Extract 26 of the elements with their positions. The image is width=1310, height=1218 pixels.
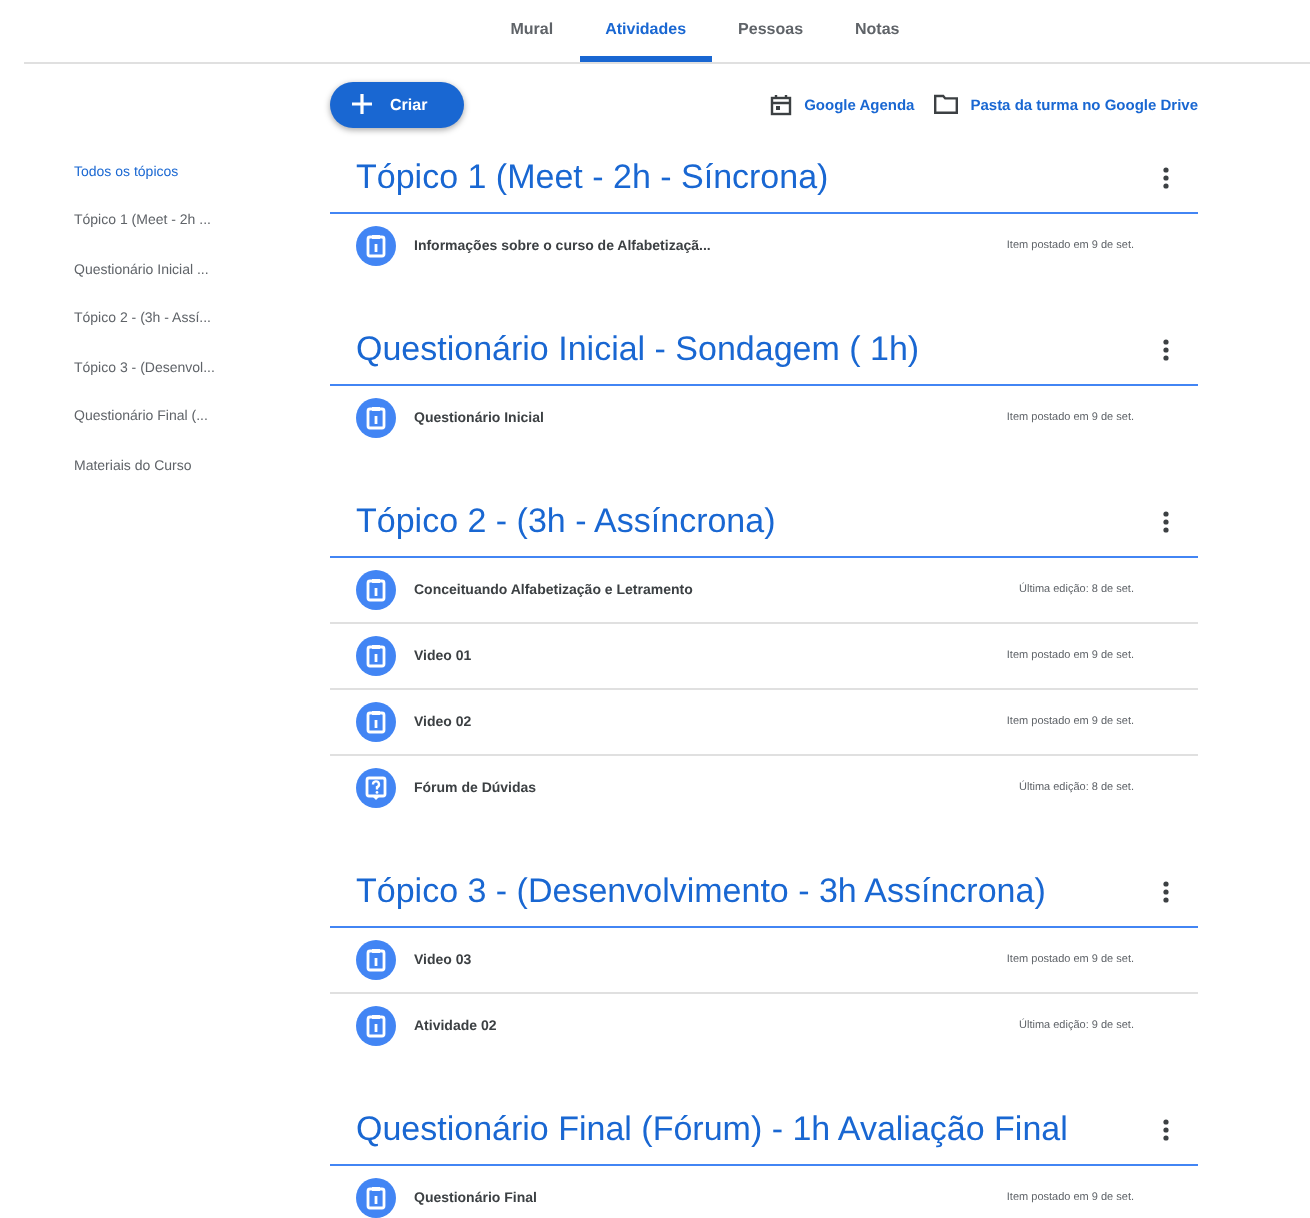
calendar-icon xyxy=(770,93,793,115)
plus-icon xyxy=(352,94,372,114)
clipboard-icon xyxy=(356,226,396,266)
more-options-icon[interactable] xyxy=(1162,880,1170,904)
more-options-icon[interactable] xyxy=(1162,1118,1170,1142)
topic-title: Questionário Final (Fórum) - 1h Avaliação Final xyxy=(356,1110,1068,1150)
nav-tab[interactable]: Atividades xyxy=(579,0,713,62)
topic-title: Tópico 3 - (Desenvolvimento - 3h Assíncrona) xyxy=(356,872,1046,912)
folder-icon xyxy=(934,94,959,114)
clipboard-icon xyxy=(356,1006,396,1046)
nav-tab[interactable]: Notas xyxy=(829,0,926,62)
nav-tab[interactable]: Pessoas xyxy=(712,0,830,62)
clipboard-icon xyxy=(356,702,396,742)
clipboard-icon xyxy=(356,398,396,438)
more-options-icon[interactable] xyxy=(1162,510,1170,534)
question-icon xyxy=(356,768,396,808)
create-button[interactable]: Criar xyxy=(330,81,464,127)
more-options-icon[interactable] xyxy=(1162,166,1170,190)
topic-title: Tópico 2 - (3h - Assíncrona) xyxy=(356,502,776,542)
clipboard-icon xyxy=(356,940,396,980)
clipboard-icon xyxy=(356,570,396,610)
topic-title: Questionário Inicial - Sondagem ( 1h) xyxy=(356,330,920,370)
nav-tab[interactable]: Mural xyxy=(484,0,580,62)
more-options-icon[interactable] xyxy=(1162,338,1170,362)
clipboard-icon xyxy=(356,636,396,676)
topic-title: Tópico 1 (Meet - 2h - Síncrona) xyxy=(356,158,829,198)
